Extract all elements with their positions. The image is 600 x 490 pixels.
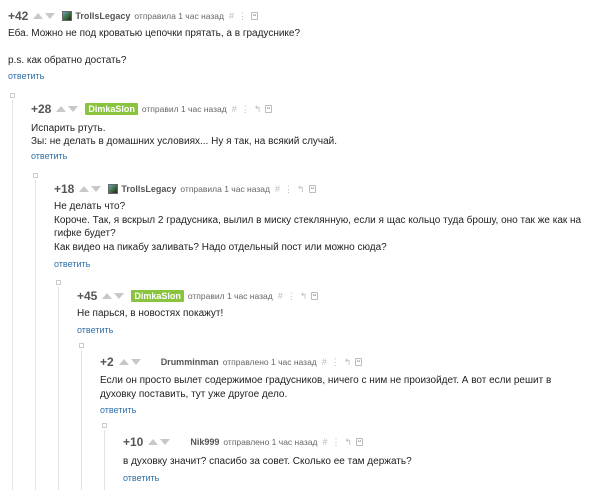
upvote-icon[interactable] (33, 13, 44, 19)
comment-text: Не делать что? (54, 201, 126, 212)
thread-line (58, 287, 59, 490)
downvote-icon[interactable] (114, 293, 125, 299)
comment-header: +2 Drumminman отправлено 1 час назад # ⋮… (100, 355, 366, 369)
thread-line (104, 430, 105, 490)
reply-link[interactable]: ответить (77, 325, 113, 335)
avatar[interactable] (108, 184, 119, 194)
hash-icon[interactable]: # (322, 357, 327, 367)
downvote-icon[interactable] (160, 439, 171, 445)
reply-link[interactable]: ответить (100, 405, 136, 415)
comment-header: +42 TrollsLegacy отправила 1 час назад #… (8, 9, 262, 23)
save-icon[interactable] (265, 105, 273, 113)
collapse-toggle[interactable] (33, 173, 38, 178)
comment: +42 TrollsLegacy отправила 1 час назад #… (8, 0, 600, 90)
hash-icon[interactable]: # (229, 11, 234, 21)
comment-header: +45 DimkaSlon отправил 1 час назад # ⋮ ↰ (77, 289, 322, 303)
downvote-icon[interactable] (91, 186, 102, 192)
reply-link[interactable]: ответить (54, 259, 90, 269)
reply-link[interactable]: ответить (123, 473, 159, 483)
comment: +10 Nik999 отправлено 1 час назад # ⋮ ↰ … (123, 432, 600, 490)
reply-arrow-icon[interactable]: ↰ (300, 291, 308, 302)
hash-icon[interactable]: # (232, 104, 237, 114)
comment-text: Если он просто вылет содержимое градусни… (100, 375, 552, 386)
comment-author[interactable]: DimkaSlon (131, 290, 184, 302)
save-icon[interactable] (311, 292, 319, 300)
comment-text: Короче. Так, я вскрыл 2 градусника, выли… (54, 215, 582, 226)
comment-meta: отправил 1 час назад (187, 291, 273, 301)
hash-icon[interactable]: # (322, 437, 327, 447)
comment-rating: +2 (100, 355, 114, 369)
avatar[interactable] (148, 357, 158, 367)
comment-text: Испарить ртуть. (31, 123, 106, 134)
collapse-toggle[interactable] (10, 93, 15, 98)
reply-link[interactable]: ответить (8, 71, 44, 81)
reply-arrow-icon[interactable]: ↰ (344, 357, 352, 368)
comment-author[interactable]: TrollsLegacy (75, 11, 130, 21)
collapse-toggle[interactable] (102, 423, 107, 428)
comment-text: Зы: не делать в домашних условиях... Ну … (31, 136, 338, 147)
more-icon[interactable]: ⋮ (238, 11, 247, 22)
comment-author[interactable]: DimkaSlon (85, 103, 138, 115)
comment-text: Не парься, в новостях покажут! (77, 308, 224, 319)
upvote-icon[interactable] (148, 439, 159, 445)
comment-author[interactable]: Drumminman (161, 357, 219, 367)
comment: +28 DimkaSlon отправил 1 час назад # ⋮ ↰… (31, 99, 600, 171)
comment-author[interactable]: Nik999 (190, 437, 219, 447)
comment-author[interactable]: TrollsLegacy (121, 184, 176, 194)
collapse-toggle[interactable] (56, 280, 61, 285)
downvote-icon[interactable] (45, 13, 56, 19)
reply-arrow-icon[interactable]: ↰ (344, 437, 352, 448)
comment-text: духовку поставить, тут уже другое дело. (100, 389, 288, 400)
upvote-icon[interactable] (118, 359, 129, 365)
save-icon[interactable] (250, 12, 258, 20)
comment-meta: отправил 1 час назад (141, 104, 227, 114)
comment-header: +28 DimkaSlon отправил 1 час назад # ⋮ ↰ (31, 102, 276, 116)
save-icon[interactable] (308, 185, 316, 193)
comment-meta: отправила 1 час назад (180, 184, 270, 194)
comment-text: Как видео на пикабу заливать? Надо отдел… (54, 242, 387, 253)
upvote-icon[interactable] (79, 186, 90, 192)
reply-link[interactable]: ответить (31, 151, 67, 161)
more-icon[interactable]: ⋮ (287, 291, 296, 302)
comment: +2 Drumminman отправлено 1 час назад # ⋮… (100, 352, 600, 422)
downvote-icon[interactable] (130, 359, 141, 365)
comment-text: Еба. Можно не под кроватью цепочки прята… (8, 28, 301, 39)
hash-icon[interactable]: # (275, 184, 280, 194)
comment-meta: отправила 1 час назад (134, 11, 224, 21)
avatar[interactable] (62, 11, 73, 21)
comment-text: гифке будет? (54, 228, 116, 239)
comment-rating: +28 (31, 102, 52, 116)
reply-arrow-icon[interactable]: ↰ (297, 184, 305, 195)
comment-text: p.s. как обратно достать? (8, 55, 127, 66)
comment-header: +10 Nik999 отправлено 1 час назад # ⋮ ↰ (123, 435, 367, 449)
comment-rating: +10 (123, 435, 144, 449)
comment: +18 TrollsLegacy отправила 1 час назад #… (54, 179, 600, 274)
save-icon[interactable] (356, 438, 364, 446)
collapse-toggle[interactable] (79, 343, 84, 348)
comment: +45 DimkaSlon отправил 1 час назад # ⋮ ↰… (77, 286, 600, 341)
hash-icon[interactable]: # (278, 291, 283, 301)
downvote-icon[interactable] (68, 106, 79, 112)
more-icon[interactable]: ⋮ (284, 184, 293, 195)
save-icon[interactable] (355, 358, 363, 366)
upvote-icon[interactable] (102, 293, 113, 299)
comment-meta: отправлено 1 час назад (223, 437, 318, 447)
thread-line (12, 100, 13, 490)
comment-header: +18 TrollsLegacy отправила 1 час назад #… (54, 182, 320, 196)
comment-meta: отправлено 1 час назад (222, 357, 317, 367)
comment-rating: +45 (77, 289, 98, 303)
comment-text: в духовку значит? спасибо за совет. Скол… (123, 456, 412, 467)
comment-rating: +18 (54, 182, 75, 196)
more-icon[interactable]: ⋮ (331, 357, 340, 368)
more-icon[interactable]: ⋮ (331, 437, 340, 448)
avatar[interactable] (177, 437, 187, 447)
comment-rating: +42 (8, 9, 29, 23)
upvote-icon[interactable] (56, 106, 67, 112)
thread-line (81, 350, 82, 490)
thread-line (35, 180, 36, 490)
more-icon[interactable]: ⋮ (241, 104, 250, 115)
reply-arrow-icon[interactable]: ↰ (254, 104, 262, 115)
